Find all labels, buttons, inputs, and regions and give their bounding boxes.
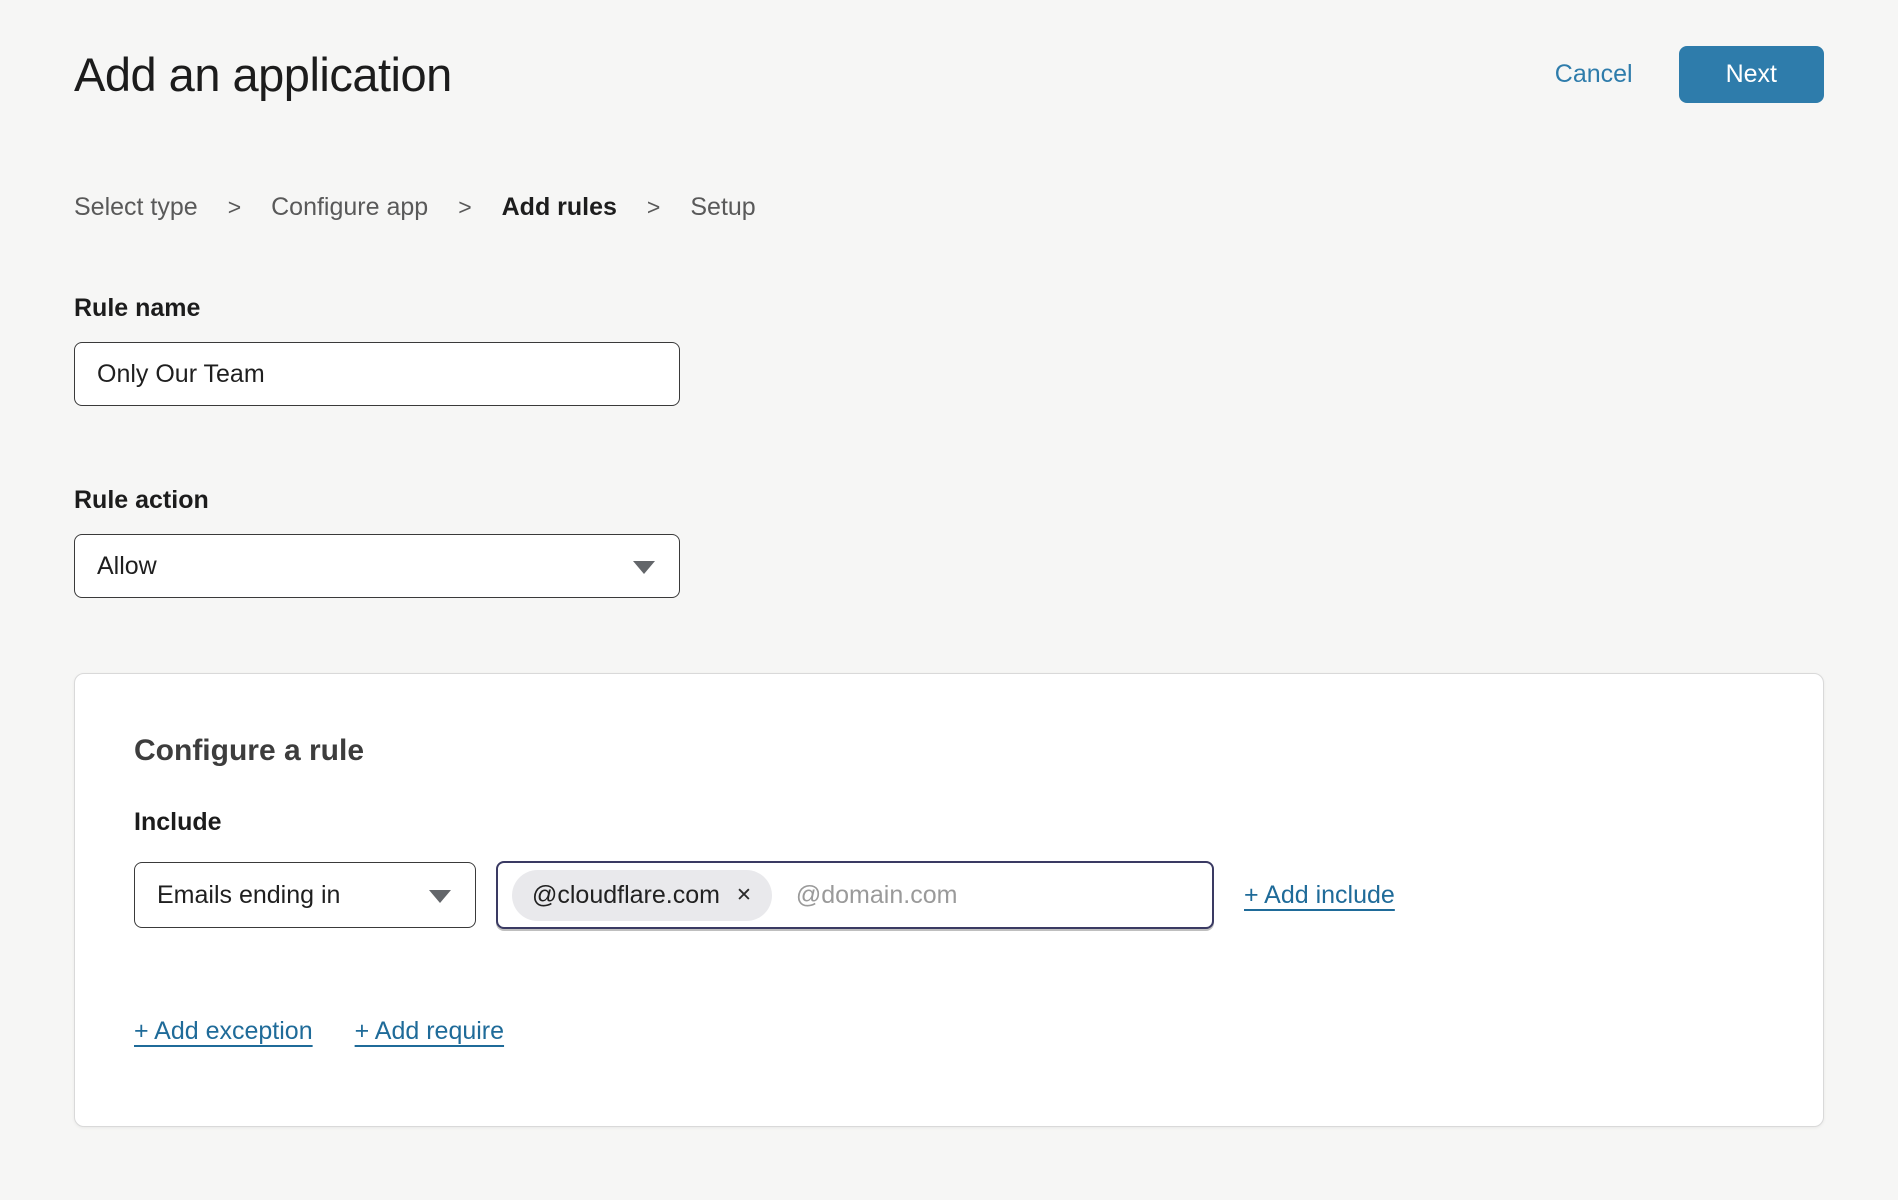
- add-include-link[interactable]: + Add include: [1244, 881, 1395, 910]
- add-application-page: Add an application Cancel Next Select ty…: [0, 0, 1898, 1127]
- include-value-tag-input[interactable]: @cloudflare.com ✕: [496, 861, 1214, 929]
- breadcrumb-separator: >: [458, 194, 471, 221]
- include-selector-value: Emails ending in: [157, 881, 340, 910]
- add-require-link[interactable]: + Add require: [355, 1017, 504, 1046]
- breadcrumb-step-add-rules[interactable]: Add rules: [502, 193, 617, 222]
- breadcrumb-step-select-type[interactable]: Select type: [74, 193, 198, 222]
- chip-remove-icon[interactable]: ✕: [736, 886, 752, 905]
- rule-name-label: Rule name: [74, 294, 1824, 323]
- cancel-button[interactable]: Cancel: [1555, 60, 1633, 89]
- include-selector-select[interactable]: Emails ending in: [134, 862, 476, 928]
- chevron-down-icon: [633, 561, 655, 574]
- configure-rule-card: Configure a rule Include Emails ending i…: [74, 673, 1824, 1127]
- add-exception-link[interactable]: + Add exception: [134, 1017, 313, 1046]
- breadcrumb-separator: >: [647, 194, 660, 221]
- rule-action-label: Rule action: [74, 486, 1824, 515]
- chevron-down-icon: [429, 890, 451, 903]
- include-rule-row: Emails ending in @cloudflare.com ✕ + Add…: [134, 861, 1764, 929]
- next-button[interactable]: Next: [1679, 46, 1824, 103]
- email-domain-chip-label: @cloudflare.com: [532, 881, 720, 910]
- breadcrumb: Select type > Configure app > Add rules …: [74, 193, 1824, 222]
- rule-action-selected-value: Allow: [97, 552, 157, 581]
- breadcrumb-separator: >: [228, 194, 241, 221]
- configure-rule-title: Configure a rule: [134, 734, 1764, 768]
- email-domain-chip: @cloudflare.com ✕: [512, 870, 772, 921]
- header-actions: Cancel Next: [1555, 46, 1824, 103]
- breadcrumb-step-setup[interactable]: Setup: [690, 193, 755, 222]
- include-label: Include: [134, 808, 1764, 837]
- rule-links-row: + Add exception + Add require: [134, 1017, 1764, 1046]
- rule-name-input[interactable]: [74, 342, 680, 406]
- page-title: Add an application: [74, 47, 452, 102]
- rule-action-select[interactable]: Allow: [74, 534, 680, 598]
- breadcrumb-step-configure-app[interactable]: Configure app: [271, 193, 428, 222]
- page-header: Add an application Cancel Next: [74, 0, 1824, 103]
- domain-text-input[interactable]: [796, 881, 1198, 910]
